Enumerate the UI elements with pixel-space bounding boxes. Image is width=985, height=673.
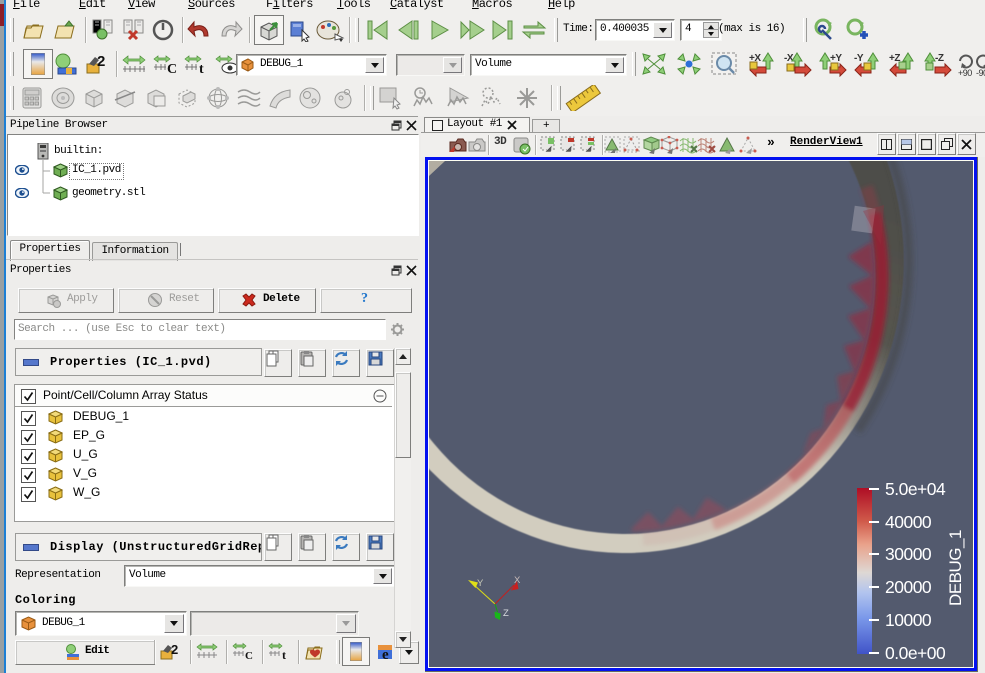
svg-text:C: C [245,650,253,662]
svg-text:e: e [382,647,389,662]
svg-text:-90: -90 [976,68,985,77]
svg-text:-Y: -Y [854,53,864,64]
svg-text:C: C [167,62,177,76]
svg-text:40000: 40000 [885,512,932,532]
svg-text:-X: -X [784,53,794,64]
svg-text:DEBUG_1: DEBUG_1 [946,530,965,606]
svg-text:t: t [282,648,286,662]
svg-text:-Z: -Z [935,53,944,64]
svg-text:20000: 20000 [885,577,932,597]
svg-text:5.0e+04: 5.0e+04 [885,479,946,499]
svg-text:Z: Z [503,608,509,619]
svg-text:2: 2 [97,53,105,70]
svg-text:30000: 30000 [885,544,932,564]
svg-text:2: 2 [171,642,178,657]
svg-text:10000: 10000 [885,610,932,630]
svg-text:0.0e+00: 0.0e+00 [885,643,946,663]
svg-text:+Y: +Y [830,53,842,64]
svg-text:+90: +90 [958,68,972,77]
svg-text:t: t [199,62,204,76]
